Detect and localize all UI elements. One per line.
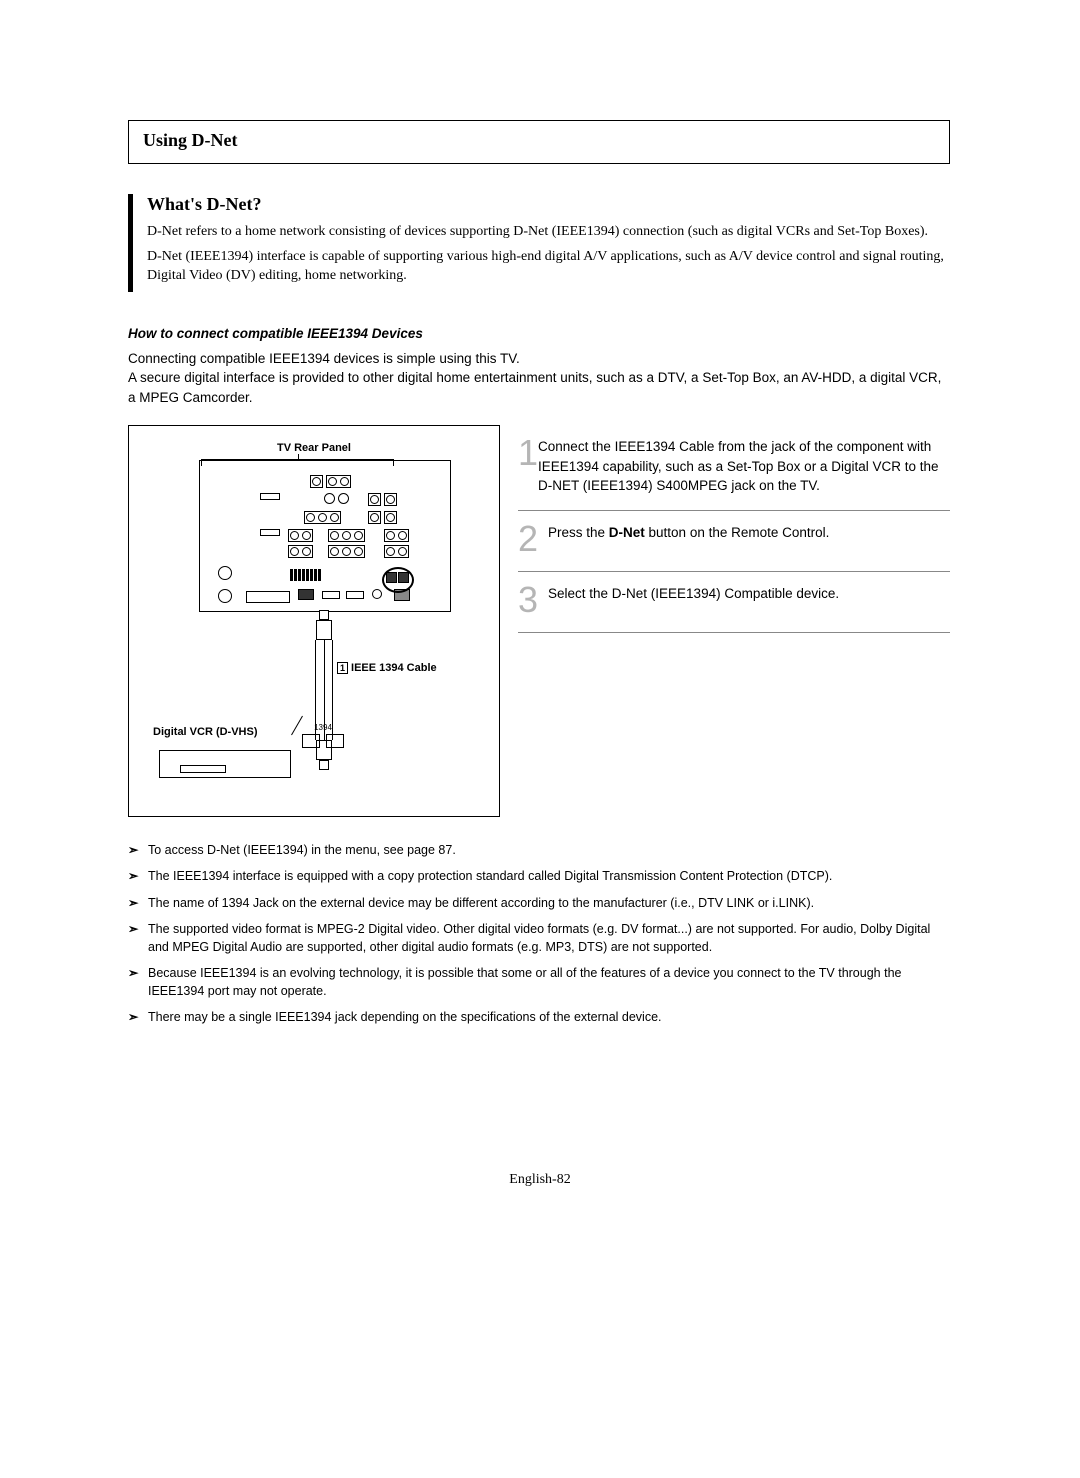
tv-rear-panel: [199, 460, 451, 612]
section-paragraph-2: D-Net (IEEE1394) interface is capable of…: [147, 248, 950, 286]
note-bullet-icon: ➣: [128, 964, 148, 1000]
step-3: 3 Select the D-Net (IEEE1394) Compatible…: [518, 571, 950, 633]
note-bullet-icon: ➣: [128, 894, 148, 912]
note-item: ➣The IEEE1394 interface is equipped with…: [128, 867, 950, 885]
step-text: Select the D-Net (IEEE1394) Compatible d…: [548, 582, 839, 618]
note-item: ➣The name of 1394 Jack on the external d…: [128, 894, 950, 912]
cable-label: 1IEEE 1394 Cable: [337, 662, 437, 674]
vcr-label: Digital VCR (D-VHS): [153, 726, 258, 738]
vcr-ports: 1394: [289, 723, 357, 763]
step-1: 1 Connect the IEEE1394 Cable from the ja…: [518, 425, 950, 510]
note-text: There may be a single IEEE1394 jack depe…: [148, 1008, 662, 1026]
note-bullet-icon: ➣: [128, 867, 148, 885]
note-text: Because IEEE1394 is an evolving technolo…: [148, 964, 950, 1000]
notes-list: ➣To access D-Net (IEEE1394) in the menu,…: [128, 841, 950, 1026]
step-number: 1: [518, 435, 538, 496]
vcr-body: [159, 750, 291, 778]
diagram-panel-title: TV Rear Panel: [129, 442, 499, 454]
note-bullet-icon: ➣: [128, 841, 148, 859]
page-title: Using D-Net: [128, 120, 950, 164]
howto-heading: How to connect compatible IEEE1394 Devic…: [128, 326, 950, 341]
connection-diagram: TV Rear Panel: [128, 425, 500, 817]
section-heading: What's D-Net?: [147, 194, 950, 215]
howto-intro: Connecting compatible IEEE1394 devices i…: [128, 349, 950, 408]
note-text: To access D-Net (IEEE1394) in the menu, …: [148, 841, 456, 859]
section-paragraph-1: D-Net refers to a home network consistin…: [147, 223, 950, 242]
note-text: The name of 1394 Jack on the external de…: [148, 894, 814, 912]
step-number: 3: [518, 582, 548, 618]
note-text: The supported video format is MPEG-2 Dig…: [148, 920, 950, 956]
note-text: The IEEE1394 interface is equipped with …: [148, 867, 832, 885]
note-item: ➣There may be a single IEEE1394 jack dep…: [128, 1008, 950, 1026]
note-item: ➣The supported video format is MPEG-2 Di…: [128, 920, 950, 956]
note-bullet-icon: ➣: [128, 920, 148, 956]
page-number: English-82: [0, 1172, 1080, 1188]
section-accent-bar: [128, 194, 133, 292]
steps-list: 1 Connect the IEEE1394 Cable from the ja…: [518, 425, 950, 633]
note-bullet-icon: ➣: [128, 1008, 148, 1026]
note-item: ➣Because IEEE1394 is an evolving technol…: [128, 964, 950, 1000]
step-number: 2: [518, 521, 548, 557]
note-item: ➣To access D-Net (IEEE1394) in the menu,…: [128, 841, 950, 859]
step-text: Press the D-Net button on the Remote Con…: [548, 521, 829, 557]
step-text: Connect the IEEE1394 Cable from the jack…: [538, 435, 950, 496]
step-2: 2 Press the D-Net button on the Remote C…: [518, 510, 950, 571]
section-what-is-dnet: What's D-Net? D-Net refers to a home net…: [128, 194, 950, 292]
